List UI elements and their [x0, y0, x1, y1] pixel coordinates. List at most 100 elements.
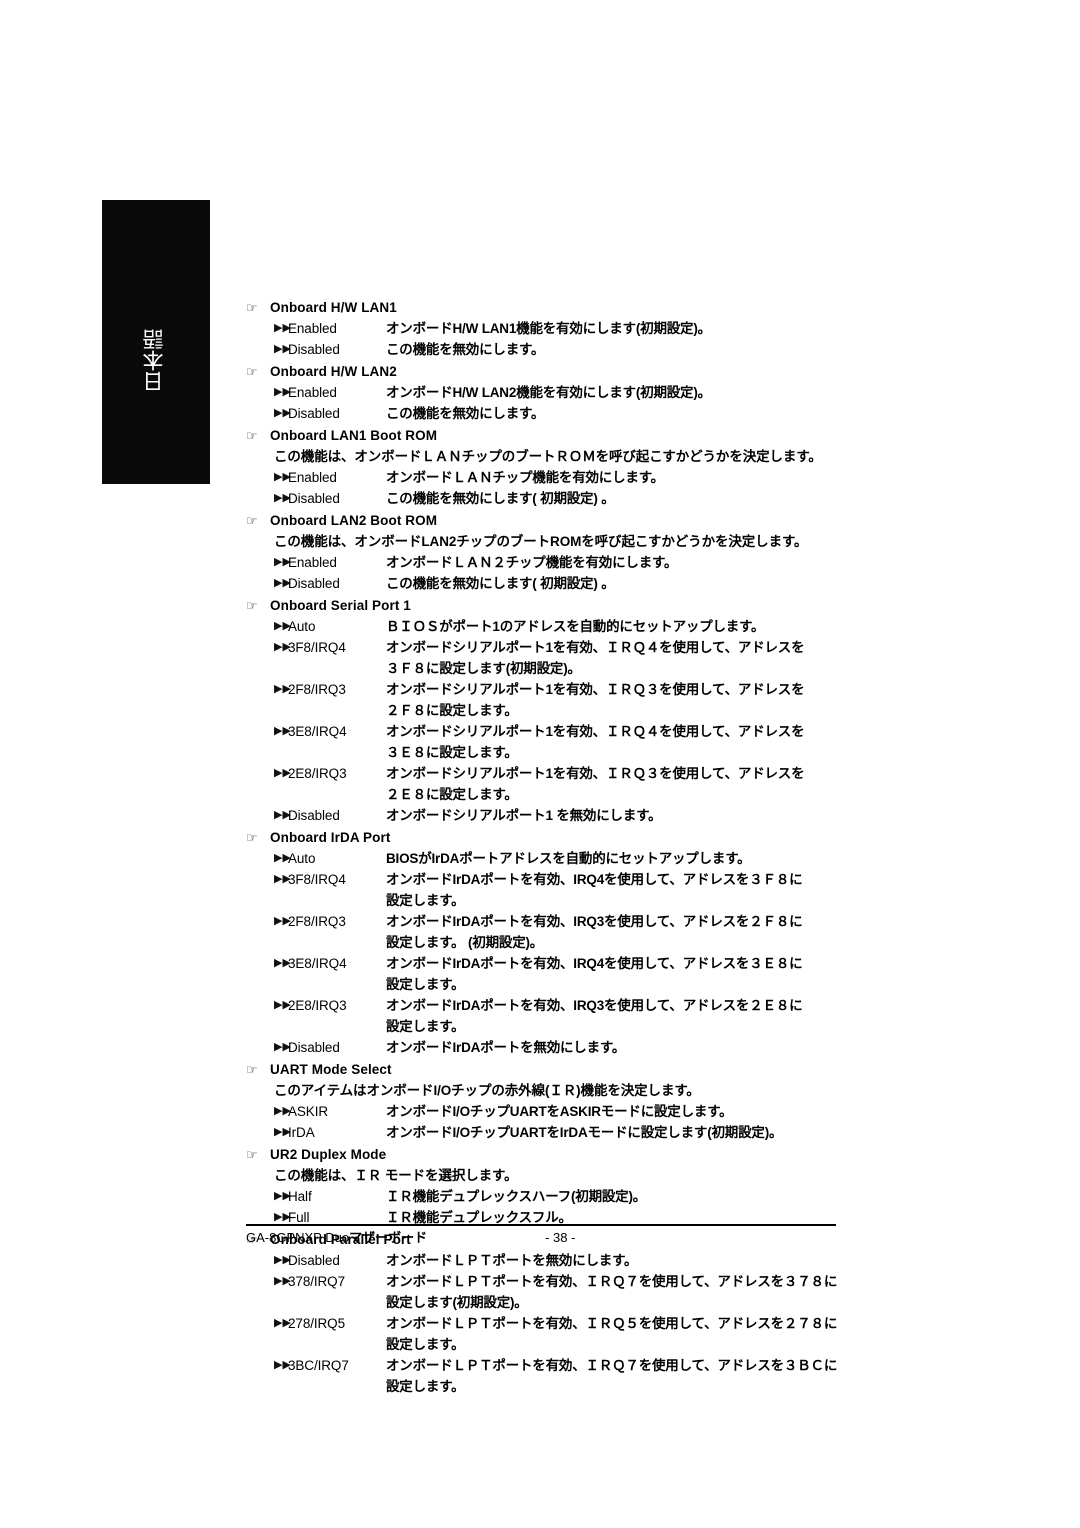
- option-description: ＢＩＯＳがポート1のアドレスを自動的にセットアップします。: [386, 616, 846, 637]
- footer-product-title: GA-8GPNXP Duoマザーボード: [246, 1229, 427, 1247]
- option-description: オンボードシリアルポート1 を無効にします。: [386, 805, 846, 826]
- option-value-label: Disabled: [288, 1253, 340, 1268]
- double-arrow-icon: ▶▶: [274, 620, 291, 632]
- option-description: オンボードシリアルポート1を有効、ＩＲＱ４を使用して、アドレスを ３Ｅ８に設定しま…: [386, 721, 846, 763]
- option-value-label: 3E8/IRQ4: [288, 724, 347, 739]
- double-arrow-icon: ▶▶: [274, 386, 291, 398]
- option-description: オンボードH/W LAN2機能を有効にします(初期設定)。: [386, 382, 846, 403]
- option-description: オンボードI/OチップUARTをASKIRモードに設定します。: [386, 1101, 846, 1122]
- double-arrow-icon: ▶▶: [274, 1041, 291, 1053]
- option-description-line: オンボードI/OチップUARTをASKIRモードに設定します。: [386, 1104, 733, 1119]
- option-description-continuation: 設定します。: [386, 1379, 465, 1394]
- option-description: オンボードIrDAポートを有効、IRQ3を使用して、アドレスを２Ｅ８に 設定します…: [386, 995, 846, 1037]
- setting-option-row: ▶▶ Half ＩＲ機能デュプレックスハーフ(初期設定)。: [274, 1186, 846, 1207]
- double-arrow-icon: ▶▶: [274, 915, 291, 927]
- option-value-label: Disabled: [288, 1040, 340, 1055]
- bios-setting-section: ☞ Onboard Serial Port 1 ▶▶ Auto ＢＩＯＳがポート1のアド…: [246, 595, 846, 826]
- section-description: この機能は、オンボードＬＡＮチップのブートＲＯＭを呼び起こすかどうかを決定します…: [274, 449, 822, 464]
- double-arrow-icon: ▶▶: [274, 1190, 291, 1202]
- option-description-continuation: ３Ｅ８に設定します。: [386, 745, 518, 760]
- section-description: この機能は、オンボードLAN2チップのブートROMを呼び起こすかどうかを決定しま…: [274, 534, 808, 549]
- setting-option-row: ▶▶ 2F8/IRQ3 オンボードシリアルポート1を有効、ＩＲＱ３を使用して、アドレ…: [274, 679, 846, 721]
- double-arrow-icon: ▶▶: [274, 873, 291, 885]
- option-description: オンボードＬＰＴポートを有効、ＩＲＱ５を使用して、アドレスを２７８に 設定します。: [386, 1313, 846, 1355]
- footer-product-suffix: マザーボード: [349, 1230, 428, 1245]
- setting-option-row: ▶▶ Disabled オンボードシリアルポート1 を無効にします。: [274, 805, 846, 826]
- option-description: オンボードＬＡＮチップ機能を有効にします。: [386, 467, 846, 488]
- option-description-line: オンボードI/OチップUARTをIrDAモードに設定します(初期設定)。: [386, 1125, 783, 1140]
- section-heading: ☞ UART Mode Select: [246, 1059, 846, 1080]
- double-arrow-icon: ▶▶: [274, 999, 291, 1011]
- option-description: ＩＲ機能デュプレックスハーフ(初期設定)。: [386, 1186, 846, 1207]
- option-description-continuation: ２Ｅ８に設定します。: [386, 787, 518, 802]
- bios-setting-section: ☞ Onboard Parallel Port ▶▶ Disabled オンボードＬＰＴ…: [246, 1229, 846, 1397]
- pointing-hand-icon: ☞: [246, 364, 258, 379]
- option-description-line: ＩＲ機能デュプレックスフル。: [386, 1210, 572, 1225]
- option-description-continuation: ３Ｆ８に設定します(初期設定)。: [386, 661, 581, 676]
- option-description-line: オンボードＬＰＴポートを有効、ＩＲＱ７を使用して、アドレスを３ＢＣに: [386, 1358, 838, 1373]
- option-description-line: オンボードIrDAポートを無効にします。: [386, 1040, 626, 1055]
- pointing-hand-icon: ☞: [246, 830, 258, 845]
- bios-setting-section: ☞ Onboard H/W LAN2 ▶▶ Enabled オンボードH/W LAN2機…: [246, 361, 846, 424]
- setting-option-row: ▶▶ Enabled オンボードH/W LAN1機能を有効にします(初期設定)。: [274, 318, 846, 339]
- double-arrow-icon: ▶▶: [274, 725, 291, 737]
- option-value-label: ASKIR: [288, 1104, 329, 1119]
- option-value-label: Enabled: [288, 321, 337, 336]
- setting-option-row: ▶▶ 3E8/IRQ4 オンボードIrDAポートを有効、IRQ4を使用して、アドレス…: [274, 953, 846, 995]
- option-value-label: IrDA: [288, 1125, 315, 1140]
- option-value-label: 2F8/IRQ3: [288, 682, 346, 697]
- section-heading: ☞ Onboard IrDA Port: [246, 827, 846, 848]
- setting-option-row: ▶▶ 2E8/IRQ3 オンボードシリアルポート1を有効、ＩＲＱ３を使用して、アドレ…: [274, 763, 846, 805]
- option-value-label: 378/IRQ7: [288, 1274, 345, 1289]
- pointing-hand-icon: ☞: [246, 1147, 258, 1162]
- setting-option-row: ▶▶ 278/IRQ5 オンボードＬＰＴポートを有効、ＩＲＱ５を使用して、アドレスを…: [274, 1313, 846, 1355]
- option-description: オンボードH/W LAN1機能を有効にします(初期設定)。: [386, 318, 846, 339]
- double-arrow-icon: ▶▶: [274, 1254, 291, 1266]
- setting-option-row: ▶▶ 3E8/IRQ4 オンボードシリアルポート1を有効、ＩＲＱ４を使用して、アドレ…: [274, 721, 846, 763]
- footer-product-name: GA-8GPNXP Duo: [246, 1230, 350, 1245]
- setting-option-row: ▶▶ Enabled オンボードH/W LAN2機能を有効にします(初期設定)。: [274, 382, 846, 403]
- option-description-line: ＩＲ機能デュプレックスハーフ(初期設定)。: [386, 1189, 647, 1204]
- setting-option-row: ▶▶ Auto ＢＩＯＳがポート1のアドレスを自動的にセットアップします。: [274, 616, 846, 637]
- setting-option-row: ▶▶ 378/IRQ7 オンボードＬＰＴポートを有効、ＩＲＱ７を使用して、アドレスを…: [274, 1271, 846, 1313]
- option-description-line: オンボードＬＰＴポートを有効、ＩＲＱ５を使用して、アドレスを２７８に: [386, 1316, 838, 1331]
- section-title: UART Mode Select: [270, 1062, 392, 1077]
- option-description: この機能を無効にします。: [386, 339, 846, 360]
- option-description-line: オンボードＬＰＴポートを有効、ＩＲＱ７を使用して、アドレスを３７８に: [386, 1274, 838, 1289]
- setting-option-row: ▶▶ 3F8/IRQ4 オンボードシリアルポート1を有効、ＩＲＱ４を使用して、アドレ…: [274, 637, 846, 679]
- option-description-line: オンボードシリアルポート1を有効、ＩＲＱ３を使用して、アドレスを: [386, 766, 805, 781]
- option-description-continuation: 設定します。: [386, 977, 465, 992]
- option-value-label: Disabled: [288, 406, 340, 421]
- section-title: Onboard H/W LAN2: [270, 364, 397, 379]
- setting-option-row: ▶▶ Disabled オンボードＬＰＴポートを無効にします。: [274, 1250, 846, 1271]
- option-description-line: オンボードシリアルポート1 を無効にします。: [386, 808, 662, 823]
- option-description: この機能を無効にします。: [386, 403, 846, 424]
- option-value-label: Auto: [288, 851, 316, 866]
- option-description: オンボードＬＡＮ２チップ機能を有効にします。: [386, 552, 846, 573]
- option-description-line: この機能を無効にします。: [386, 406, 545, 421]
- option-description: オンボードシリアルポート1を有効、ＩＲＱ３を使用して、アドレスを ２Ｆ８に設定しま…: [386, 679, 846, 721]
- option-description-continuation: 設定します。: [386, 893, 465, 908]
- option-description-continuation: 設定します。: [386, 1337, 465, 1352]
- language-tab: 日本語: [102, 200, 210, 484]
- option-description-line: オンボードH/W LAN1機能を有効にします(初期設定)。: [386, 321, 711, 336]
- option-value-label: 278/IRQ5: [288, 1316, 345, 1331]
- option-description-continuation: 設定します(初期設定)。: [386, 1295, 528, 1310]
- pointing-hand-icon: ☞: [246, 428, 258, 443]
- double-arrow-icon: ▶▶: [274, 1359, 291, 1371]
- section-title: Onboard IrDA Port: [270, 830, 391, 845]
- option-description-line: オンボードシリアルポート1を有効、ＩＲＱ３を使用して、アドレスを: [386, 682, 805, 697]
- double-arrow-icon: ▶▶: [274, 1275, 291, 1287]
- option-value-label: Disabled: [288, 491, 340, 506]
- option-description: オンボードＬＰＴポートを有効、ＩＲＱ７を使用して、アドレスを３ＢＣに 設定します。: [386, 1355, 846, 1397]
- option-description: オンボードI/OチップUARTをIrDAモードに設定します(初期設定)。: [386, 1122, 846, 1143]
- option-value-label: Disabled: [288, 342, 340, 357]
- option-description-line: BIOSがIrDAポートアドレスを自動的にセットアップします。: [386, 851, 751, 866]
- option-description-continuation: 設定します。: [386, 1019, 465, 1034]
- bios-setting-section: ☞ Onboard H/W LAN1 ▶▶ Enabled オンボードH/W LAN1機…: [246, 297, 846, 360]
- option-value-label: Enabled: [288, 470, 337, 485]
- double-arrow-icon: ▶▶: [274, 683, 291, 695]
- option-description: オンボードIrDAポートを有効、IRQ4を使用して、アドレスを３Ｆ８に 設定します…: [386, 869, 846, 911]
- setting-option-row: ▶▶ Disabled この機能を無効にします( 初期設定) 。: [274, 488, 846, 509]
- setting-option-row: ▶▶ Disabled この機能を無効にします。: [274, 403, 846, 424]
